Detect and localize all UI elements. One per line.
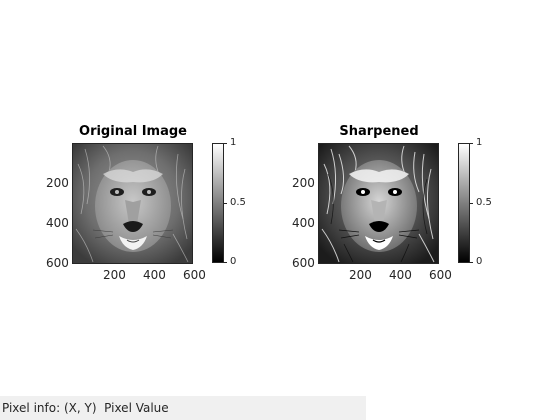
- colorbar-tick-label: 1: [476, 137, 483, 148]
- y-tick-label: 200: [292, 176, 315, 190]
- pixel-info-label: Pixel info:: [2, 401, 61, 415]
- colorbar-tick: [470, 262, 473, 263]
- y-tick-label: 600: [46, 256, 69, 270]
- colorbar-tick-label: 0: [230, 256, 237, 267]
- colorbar-tick-label: 0.5: [230, 197, 246, 208]
- colorbar-original: [212, 143, 224, 263]
- lion-face-image: [73, 144, 192, 263]
- colorbar-tick-label: 0: [476, 256, 483, 267]
- pixel-info-coordinates: (X, Y): [63, 401, 97, 415]
- figure-window: Original Image 200 400 600 200 400 600 1…: [0, 0, 560, 420]
- y-tick-label: 400: [292, 216, 315, 230]
- image-axes-sharpened[interactable]: [318, 143, 439, 264]
- colorbar-tick: [224, 262, 227, 263]
- colorbar-tick-label: 0.5: [476, 197, 492, 208]
- image-axes-original[interactable]: [72, 143, 193, 264]
- colorbar-tick: [470, 143, 473, 144]
- x-tick-label: 200: [349, 268, 372, 282]
- colorbar-tick: [224, 143, 227, 144]
- colorbar-tick: [224, 203, 227, 204]
- pixel-info-value: Pixel Value: [104, 401, 169, 415]
- y-tick-label: 400: [46, 216, 69, 230]
- panel-title-original: Original Image: [79, 124, 187, 139]
- colorbar-tick-label: 1: [230, 137, 237, 148]
- x-tick-label: 400: [143, 268, 166, 282]
- x-tick-label: 200: [103, 268, 126, 282]
- colorbar-sharpened: [458, 143, 470, 263]
- x-tick-label: 400: [389, 268, 412, 282]
- pixel-info-status-bar: Pixel info: (X, Y) Pixel Value: [0, 396, 366, 420]
- panel-title-sharpened: Sharpened: [339, 124, 419, 139]
- y-tick-label: 200: [46, 176, 69, 190]
- lion-face-image: [319, 144, 438, 263]
- x-tick-label: 600: [429, 268, 452, 282]
- x-tick-label: 600: [183, 268, 206, 282]
- colorbar-tick: [470, 203, 473, 204]
- y-tick-label: 600: [292, 256, 315, 270]
